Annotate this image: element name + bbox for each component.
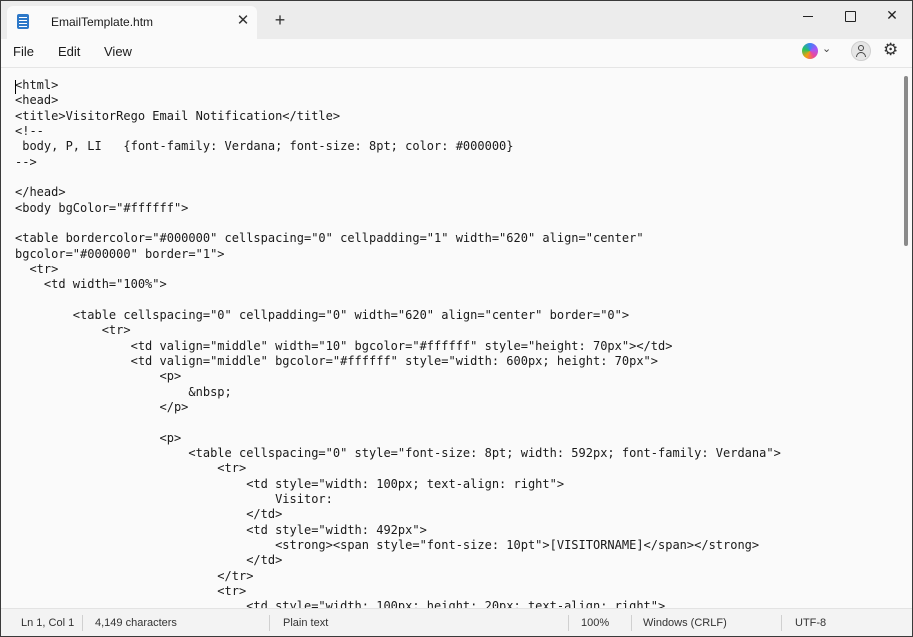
status-bar: Ln 1, Col 1 4,149 characters Plain text … [1, 608, 912, 636]
code-line[interactable]: <html> [15, 78, 781, 93]
minimize-button[interactable] [785, 1, 831, 31]
menu-file[interactable]: File [13, 44, 34, 59]
close-window-button[interactable]: ✕ [869, 1, 912, 31]
code-line[interactable]: <body bgColor="#ffffff"> [15, 201, 781, 216]
minimize-icon [803, 15, 813, 17]
tab-title: EmailTemplate.htm [51, 15, 154, 29]
new-tab-button[interactable]: + [271, 11, 289, 29]
code-line[interactable]: <p> [15, 431, 781, 446]
code-line[interactable]: Visitor: [15, 492, 781, 507]
code-line[interactable]: </td> [15, 553, 781, 568]
text-caret [15, 80, 16, 94]
code-line[interactable]: <td valign="middle" width="10" bgcolor="… [15, 339, 781, 354]
status-cursor-position[interactable]: Ln 1, Col 1 [21, 617, 74, 629]
code-line[interactable] [15, 293, 781, 308]
menu-bar: File Edit View ⌄ ⚙ [1, 39, 912, 68]
code-line[interactable]: <td valign="middle" bgcolor="#ffffff" st… [15, 354, 781, 369]
code-line[interactable]: <strong><span style="font-size: 10pt">[V… [15, 538, 781, 553]
code-line[interactable] [15, 216, 781, 231]
code-line[interactable]: <!-- [15, 124, 781, 139]
code-line[interactable]: <table cellspacing="0" cellpadding="0" w… [15, 308, 781, 323]
notepad-icon [17, 14, 29, 29]
code-line[interactable] [15, 170, 781, 185]
chevron-down-icon[interactable]: ⌄ [822, 42, 831, 55]
code-line[interactable]: <tr> [15, 262, 781, 277]
code-line[interactable]: <table bordercolor="#000000" cellspacing… [15, 231, 781, 246]
code-line[interactable]: <title>VisitorRego Email Notification</t… [15, 109, 781, 124]
code-line[interactable]: --> [15, 155, 781, 170]
code-line[interactable]: <td style="width: 100px; height: 20px; t… [15, 599, 781, 608]
text-editor[interactable]: <html> <head> <title>VisitorRego Email Not… [1, 68, 912, 608]
menu-edit[interactable]: Edit [58, 44, 80, 59]
code-line[interactable]: </p> [15, 400, 781, 415]
status-divider [781, 615, 782, 631]
vertical-scrollbar[interactable] [904, 76, 908, 246]
status-divider [82, 615, 83, 631]
code-line[interactable]: bgcolor="#000000" border="1"> [15, 247, 781, 262]
code-line[interactable]: <td style="width: 492px"> [15, 523, 781, 538]
code-line[interactable]: <td width="100%"> [15, 277, 781, 292]
code-line[interactable]: <tr> [15, 461, 781, 476]
code-line[interactable]: <p> [15, 369, 781, 384]
code-line[interactable]: <head> [15, 93, 781, 108]
account-icon[interactable] [851, 41, 871, 61]
notepad-window: EmailTemplate.htm ✕ + ✕ File Edit View ⌄… [0, 0, 913, 637]
code-line[interactable]: </td> [15, 507, 781, 522]
maximize-icon [844, 10, 856, 22]
status-divider [631, 615, 632, 631]
status-encoding[interactable]: UTF-8 [795, 617, 826, 629]
code-line[interactable]: <table cellspacing="0" style="font-size:… [15, 446, 780, 461]
status-zoom[interactable]: 100% [581, 617, 609, 629]
status-character-count: 4,149 characters [95, 617, 177, 629]
gear-icon[interactable]: ⚙ [883, 40, 898, 60]
code-line[interactable]: </tr> [15, 569, 781, 584]
maximize-button[interactable] [827, 1, 873, 31]
tab-emailtemplate[interactable]: EmailTemplate.htm ✕ [7, 6, 257, 39]
status-line-ending[interactable]: Windows (CRLF) [643, 617, 727, 629]
code-line[interactable]: <tr> [15, 584, 781, 599]
close-tab-icon[interactable]: ✕ [234, 12, 252, 30]
status-file-type: Plain text [283, 617, 329, 629]
title-bar: EmailTemplate.htm ✕ + ✕ [1, 1, 912, 39]
status-divider [568, 615, 569, 631]
code-line[interactable]: </head> [15, 185, 781, 200]
code-line[interactable]: body, P, LI {font-family: Verdana; font-… [15, 139, 781, 154]
copilot-icon[interactable] [802, 43, 818, 59]
code-content[interactable]: <html> <head> <title>VisitorRego Email Not… [15, 78, 781, 608]
status-divider [269, 615, 270, 631]
code-line[interactable]: <td style="width: 100px; text-align: rig… [15, 477, 781, 492]
code-line[interactable] [15, 415, 781, 430]
code-line[interactable]: <tr> [15, 323, 781, 338]
menu-view[interactable]: View [104, 44, 132, 59]
code-line[interactable]: &nbsp; [15, 385, 781, 400]
